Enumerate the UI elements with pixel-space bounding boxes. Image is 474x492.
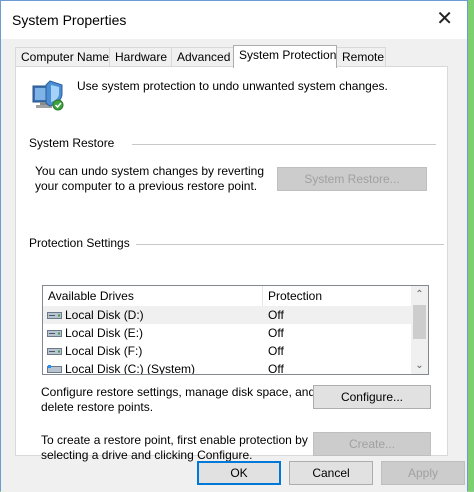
system-drive-icon (47, 365, 62, 373)
drive-row[interactable]: Local Disk (C:) (System) Off (43, 360, 412, 375)
tab-system-protection[interactable]: System Protection (233, 45, 337, 68)
drive-name: Local Disk (E:) (65, 326, 144, 340)
cancel-button[interactable]: Cancel (289, 461, 373, 485)
chevron-down-icon[interactable]: ⌄ (411, 357, 428, 374)
drives-list-header: Available Drives Protection (43, 286, 428, 306)
scrollbar-thumb[interactable] (413, 305, 426, 339)
drive-row[interactable]: Local Disk (F:) Off (43, 342, 412, 360)
configure-description-line-2: delete restore points. (41, 400, 154, 414)
dialog-panel: Computer Name Hardware Advanced System P… (1, 39, 467, 492)
column-header-available-drives[interactable]: Available Drives (43, 286, 262, 306)
desktop-background (468, 0, 474, 491)
intro-text: Use system protection to undo unwanted s… (77, 79, 388, 93)
system-restore-description-line-2: your computer to a previous restore poin… (35, 179, 258, 193)
drives-list-scrollbar[interactable]: ⌃ ⌄ (411, 286, 428, 374)
hard-drive-icon (47, 348, 62, 355)
system-restore-description-line-1: You can undo system changes by reverting (35, 164, 265, 178)
hard-drive-icon (47, 330, 62, 337)
close-icon[interactable]: ✕ (436, 9, 453, 29)
drive-row[interactable]: Local Disk (E:) Off (43, 324, 412, 342)
hard-drive-icon (47, 312, 62, 319)
apply-button[interactable]: Apply (381, 461, 465, 485)
system-restore-group-label: System Restore (29, 136, 115, 150)
drive-name: Local Disk (D:) (65, 308, 144, 322)
configure-button[interactable]: Configure... (313, 385, 431, 409)
create-description-line-1: To create a restore point, first enable … (41, 433, 308, 447)
drive-name: Local Disk (C:) (System) (65, 362, 196, 375)
drive-protection-status: Off (268, 326, 284, 340)
drive-protection-status: Off (268, 362, 284, 375)
tab-advanced[interactable]: Advanced (171, 47, 234, 67)
window-title: System Properties (12, 12, 127, 28)
system-protection-page: Use system protection to undo unwanted s… (15, 66, 448, 462)
system-properties-window: System Properties ✕ Computer Name Hardwa… (0, 0, 468, 492)
protection-settings-group-label: Protection Settings (29, 236, 130, 250)
tab-computer-name[interactable]: Computer Name (15, 47, 110, 67)
tab-hardware[interactable]: Hardware (109, 47, 172, 67)
title-bar[interactable]: System Properties ✕ (1, 1, 467, 39)
protection-settings-divider (136, 244, 444, 245)
chevron-up-icon[interactable]: ⌃ (411, 286, 428, 303)
drive-protection-status: Off (268, 344, 284, 358)
configure-description-line-1: Configure restore settings, manage disk … (41, 385, 316, 399)
drive-protection-status: Off (268, 308, 284, 322)
create-button[interactable]: Create... (313, 432, 431, 456)
system-restore-divider (132, 144, 436, 145)
drive-name: Local Disk (F:) (65, 344, 143, 358)
tab-remote[interactable]: Remote (336, 47, 386, 67)
computer-shield-icon (32, 80, 64, 111)
ok-button[interactable]: OK (197, 461, 281, 485)
system-restore-button[interactable]: System Restore... (277, 167, 427, 191)
drive-row[interactable]: Local Disk (D:) Off (43, 306, 412, 324)
column-header-protection[interactable]: Protection (262, 286, 412, 306)
drives-list[interactable]: Available Drives Protection Local Disk (… (42, 285, 429, 375)
